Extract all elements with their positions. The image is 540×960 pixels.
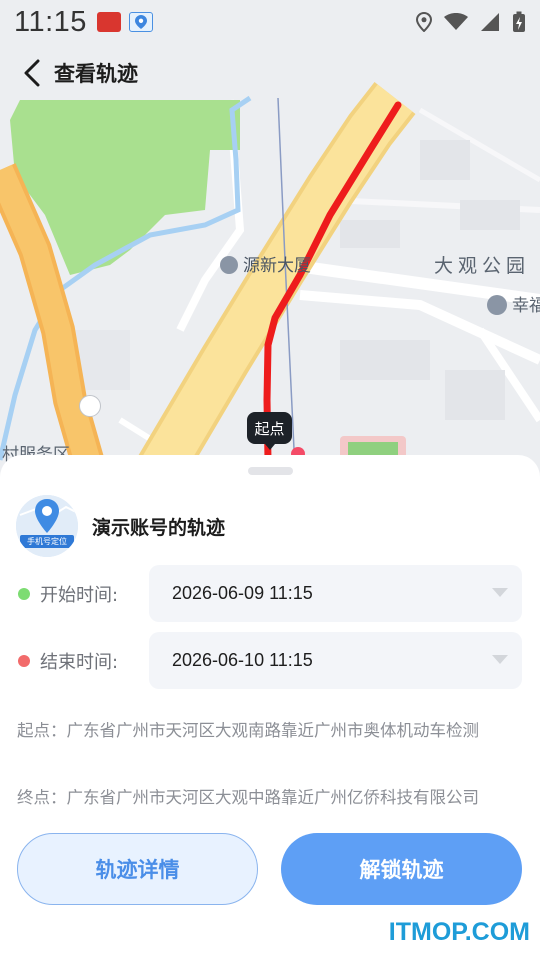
end-time-value: 2026-06-10 11:15 [172, 650, 313, 670]
signal-icon [481, 13, 499, 31]
chevron-down-icon [492, 588, 508, 597]
battery-charging-icon [513, 11, 525, 32]
avatar: 手机号定位 [16, 495, 78, 557]
building-icon [220, 256, 238, 274]
track-header: 手机号定位 演示账号的轨迹 [16, 495, 225, 557]
nav-header: 查看轨迹 [0, 48, 540, 98]
toll-station-icon [79, 395, 101, 417]
watermark: ITMOP.COM [388, 918, 530, 946]
track-bottom-sheet: 手机号定位 演示账号的轨迹 开始时间: 2026-06-09 11:15 结束时… [0, 455, 540, 960]
end-time-label: 结束时间: [40, 652, 119, 673]
wifi-icon [444, 13, 468, 30]
start-marker[interactable]: 起点 [247, 412, 292, 450]
map-app-icon [128, 12, 153, 32]
unlock-track-button[interactable]: 解锁轨迹 [281, 833, 522, 905]
status-bar: 11:15 [0, 0, 540, 44]
map-poi-label[interactable]: 源新大厦 [220, 251, 311, 276]
chevron-left-icon [24, 59, 40, 87]
start-address: 起点：广东省广州市天河区大观南路靠近广州市奥体机动车检测 [17, 721, 479, 740]
track-name: 演示账号的轨迹 [92, 516, 226, 539]
map-poi-label[interactable]: 大观公园 [434, 251, 530, 278]
chevron-down-icon [492, 655, 508, 664]
end-time-label-row: 结束时间: [18, 648, 150, 674]
location-icon [416, 12, 432, 32]
location-pin-icon [16, 495, 78, 557]
news-app-icon [96, 12, 121, 32]
status-time: 11:15 [14, 5, 87, 38]
page-title: 查看轨迹 [54, 62, 138, 86]
start-time-value: 2026-06-09 11:15 [172, 583, 313, 603]
track-detail-button[interactable]: 轨迹详情 [17, 833, 258, 905]
avatar-caption: 手机号定位 [27, 537, 67, 546]
end-dot [18, 655, 30, 667]
end-address: 终点：广东省广州市天河区大观中路靠近广州亿侨科技有限公司 [17, 788, 479, 807]
pin-icon [487, 295, 507, 315]
back-button[interactable] [18, 53, 46, 93]
start-time-label-row: 开始时间: [18, 581, 150, 607]
start-time-label: 开始时间: [40, 585, 119, 606]
sheet-drag-handle[interactable] [248, 467, 293, 475]
start-time-select[interactable]: 2026-06-09 11:15 [149, 565, 522, 622]
start-dot [18, 588, 30, 600]
map-poi-label[interactable]: 幸福 [487, 291, 540, 316]
end-time-select[interactable]: 2026-06-10 11:15 [149, 632, 522, 689]
